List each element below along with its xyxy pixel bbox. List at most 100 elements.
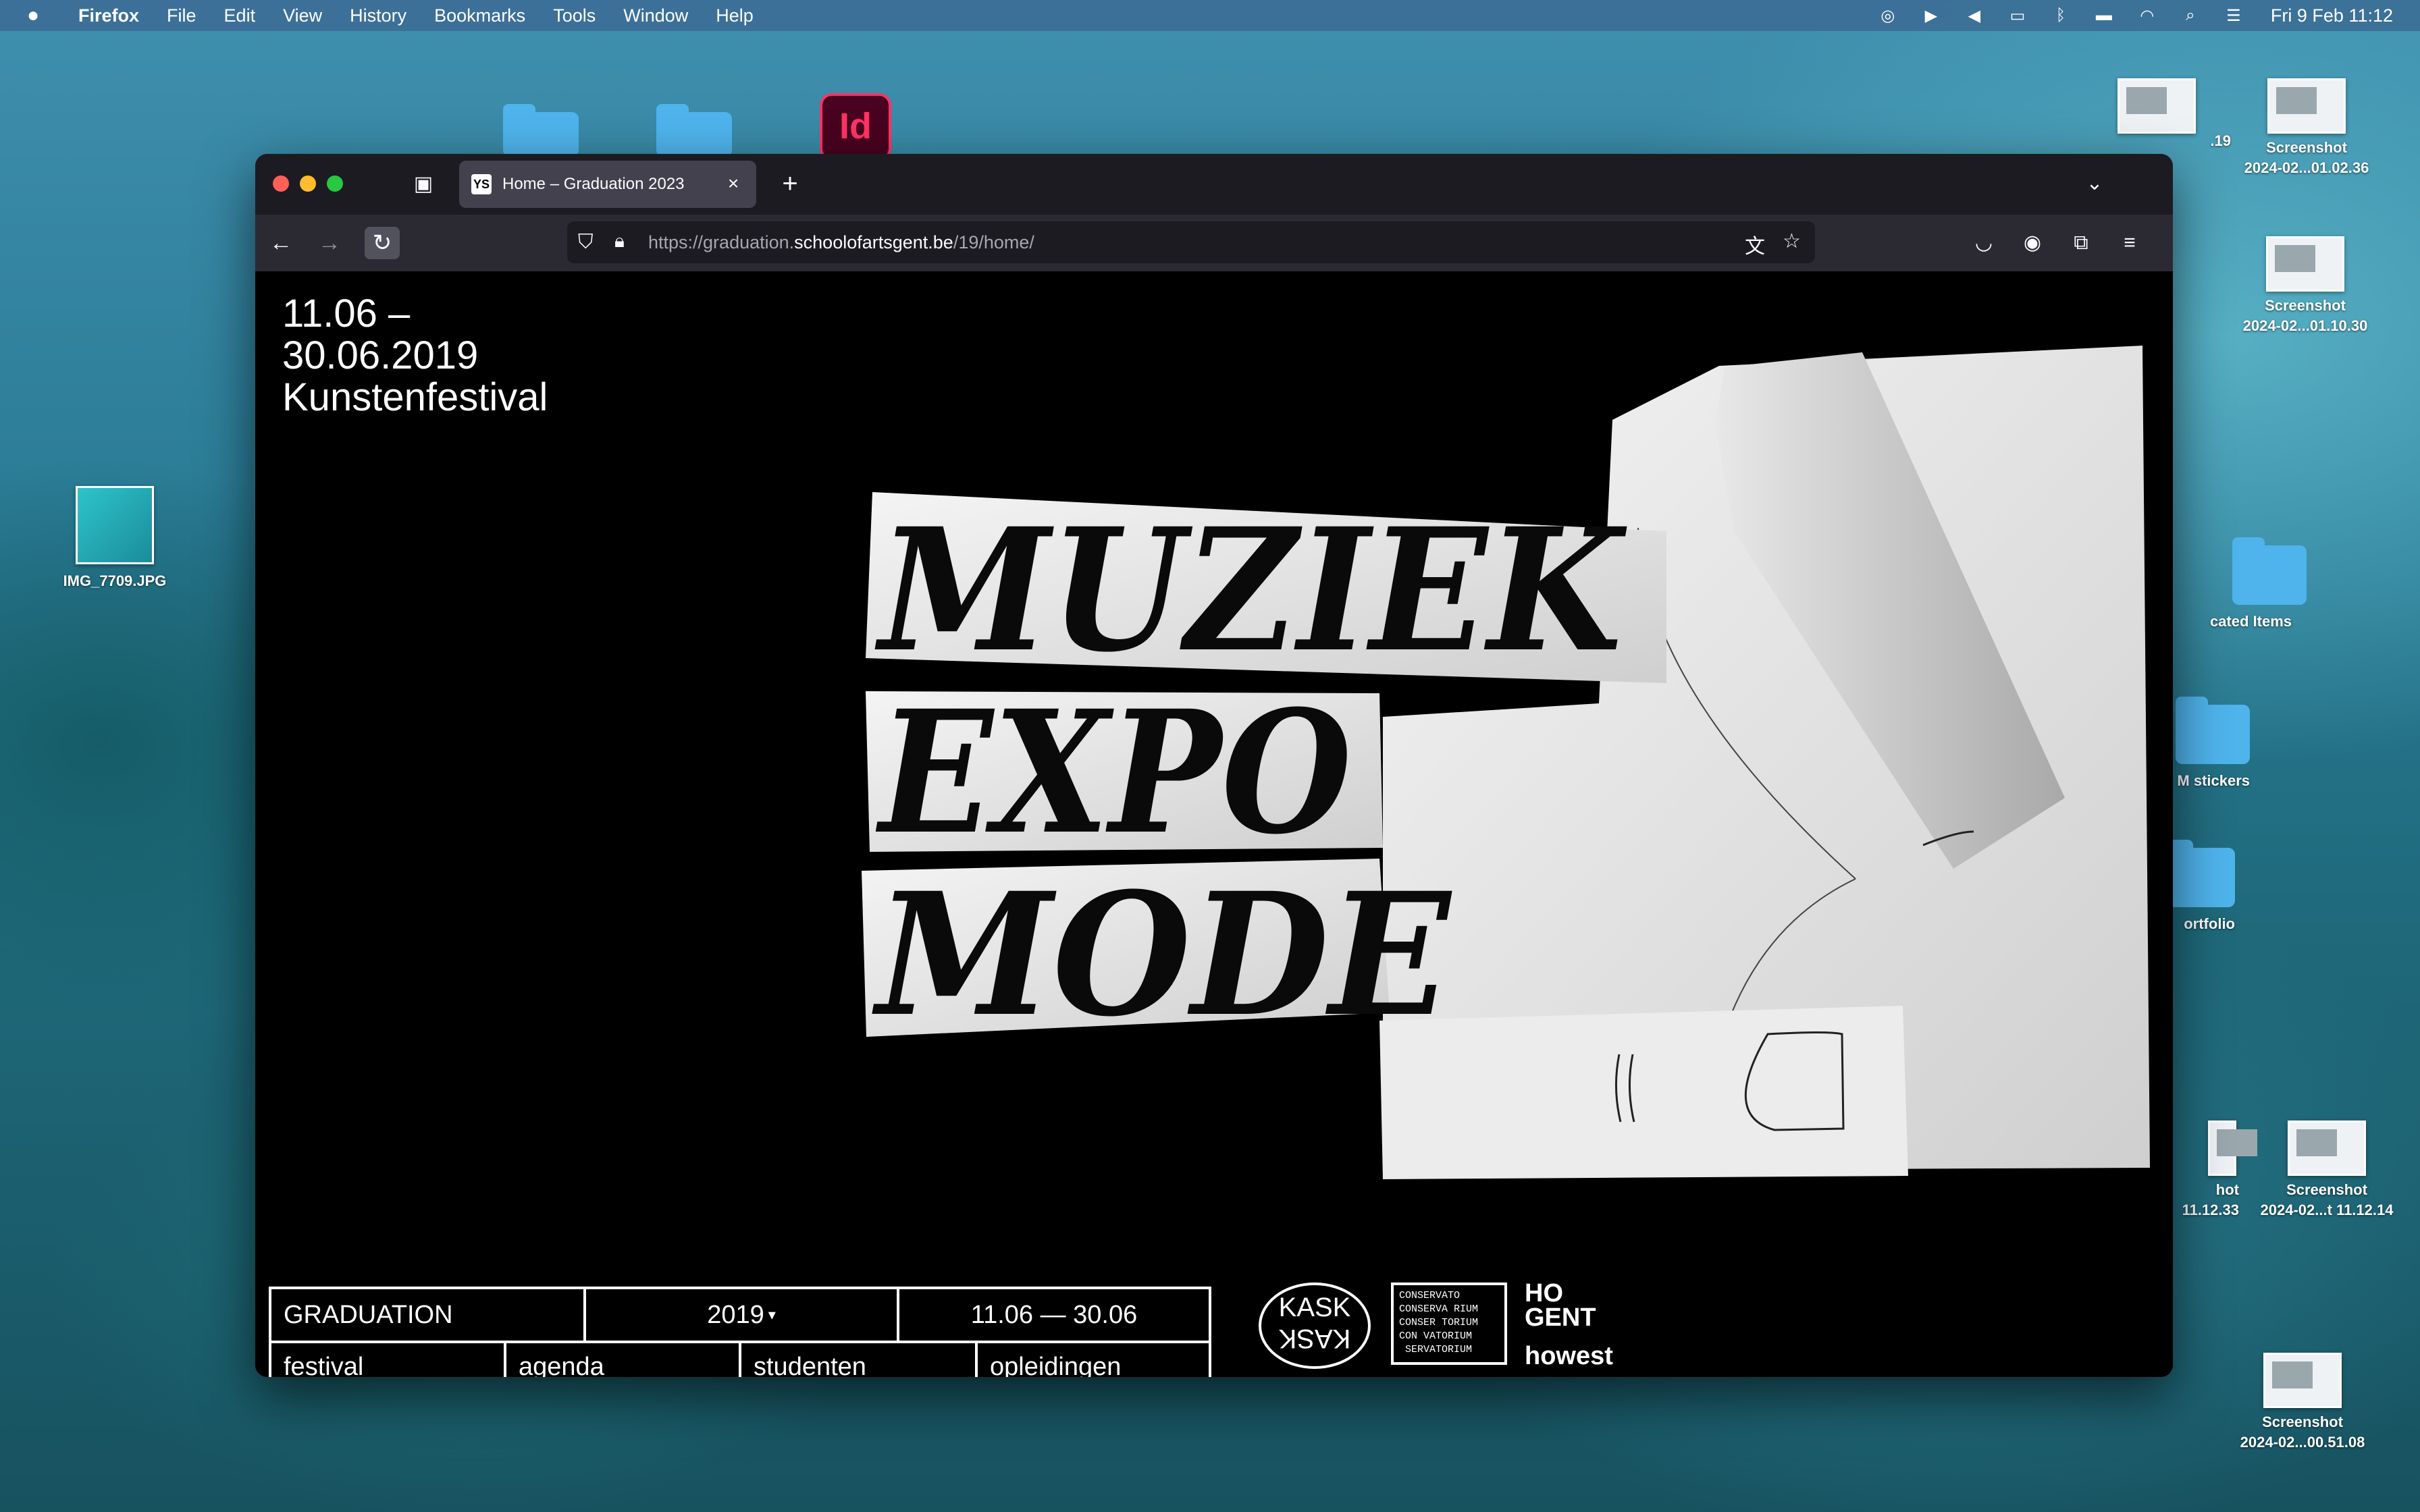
menu-window[interactable]: Window [623,5,688,26]
new-tab-icon[interactable]: + [775,169,805,198]
folder-icon[interactable] [503,104,579,157]
url-prefix: https://graduation. [648,232,795,252]
desktop-screenshot-3[interactable]: Screenshot 2024-02...01.10.30 [2231,236,2379,336]
desktop-folder-1[interactable]: cated Items [2157,537,2307,632]
battery-icon[interactable]: ▬ [2094,6,2114,24]
control-center-icon[interactable]: ☰ [2224,7,2244,25]
apple-menu-icon[interactable]: ● [27,4,47,27]
howest-logo[interactable]: howest [1525,1342,1613,1371]
display-icon[interactable]: ▭ [2007,7,2028,25]
desktop-file-label: 2024-02...t 11.12.14 [2260,1202,2394,1218]
menu-edit[interactable]: Edit [224,5,256,26]
maximize-window-button[interactable] [327,176,343,192]
forward-icon[interactable]: → [312,227,347,259]
back-icon[interactable]: ← [263,227,298,259]
bluetooth-icon[interactable]: ᛒ [2051,6,2071,24]
reload-icon[interactable]: ↻ [365,227,400,259]
kask-text: KASK [1278,1293,1351,1322]
menu-bar: ● Firefox File Edit View History Bookmar… [0,0,2420,31]
tab-home[interactable]: YS Home – Graduation 2023 × [459,161,756,208]
screenshot-thumbnail-icon [2266,236,2344,292]
lock-icon[interactable]: 🔒︎ [614,230,625,252]
desktop-screenshot-2[interactable]: Screenshot 2024-02...01.02.36 [2232,78,2381,178]
url-bar[interactable]: ⛉ 🔒︎ https://graduation.schoolofartsgent… [567,221,1815,263]
desktop-file-label: Screenshot [2265,297,2346,314]
close-tab-icon[interactable]: × [721,171,745,196]
extensions-icon[interactable]: ⧉ [2065,227,2097,259]
creative-cloud-icon[interactable]: ◎ [1878,7,1898,25]
translate-icon[interactable]: 文 [1745,230,1765,259]
desktop-file-label: Screenshot [2262,1413,2343,1430]
tracking-shield-icon[interactable]: ⛉ [578,231,594,254]
kask-logo[interactable]: KASK KASK [1259,1282,1371,1369]
desktop-file-label: 2024-02...01.10.30 [2242,317,2368,334]
desktop-file-label: .19 [2210,132,2231,149]
year-selector[interactable]: 2019 ▾ [586,1289,899,1341]
dropdown-caret-icon: ▾ [768,1306,776,1323]
nav-row-top: GRADUATION 2019 ▾ 11.06 — 30.06 [271,1289,1209,1343]
screenshot-thumbnail-icon [2118,78,2196,134]
indesign-label: Id [839,106,872,146]
url-text[interactable]: https://graduation.schoolofartsgent.be/1… [648,232,1034,253]
firefox-view-icon[interactable]: ▣ [412,173,435,196]
conservatorium-logo[interactable]: CONSERVATO CONSERVA RIUM CONSER TORIUM C… [1391,1282,1507,1365]
artwork-word-mode: MODE [871,855,1452,1054]
screenshot-thumbnail-icon [2208,1120,2257,1176]
pocket-icon[interactable]: ◡ [1968,227,2000,259]
url-domain: schoolofartsgent.be [794,232,953,252]
folder-icon [2232,537,2307,605]
desktop-file-label: IMG_7709.JPG [63,572,167,589]
site-favicon: YS [471,174,492,194]
desktop-screenshot-1[interactable]: .19 [2082,78,2231,151]
desktop-file-label: Screenshot [2266,139,2347,156]
screenshot-thumbnail-icon [2288,1120,2366,1176]
wifi-icon[interactable]: ◠ [2137,7,2157,25]
page-content: 11.06 – 30.06.2019 Kunstenfestival MUZIE… [255,271,2173,1377]
bookmark-star-icon[interactable]: ☆ [1783,230,1801,253]
date-range: 11.06 — 30.06 [970,1300,1138,1329]
folder-icon[interactable] [656,104,732,157]
play-icon[interactable]: ▶ [1921,7,1941,25]
menu-help[interactable]: Help [716,5,754,26]
url-path: /19/home/ [953,232,1034,252]
menu-hamburger-icon[interactable]: ≡ [2113,227,2146,259]
nav-link-opleidingen[interactable]: opleidingen [978,1343,1209,1378]
hogent-line-2: GENT [1525,1303,1596,1332]
nav-link-agenda[interactable]: agenda [506,1343,741,1377]
tab-bar: ▣ YS Home – Graduation 2023 × + ⌄ [255,154,2173,215]
search-icon[interactable]: ⌕ [2180,6,2201,24]
desktop-screenshot-5[interactable]: Screenshot 2024-02...t 11.12.14 [2253,1120,2401,1220]
nav-title: GRADUATION [271,1289,586,1341]
graduation-nav: GRADUATION 2019 ▾ 11.06 — 30.06 festival… [269,1287,1211,1377]
menu-view[interactable]: View [283,5,322,26]
desktop-screenshot-4[interactable]: hot 11.12.33 [2167,1120,2257,1220]
desktop-file-label: cated Items [2209,613,2292,630]
image-thumbnail-icon [76,486,154,564]
indesign-app-icon[interactable]: Id [820,93,891,161]
nav-link-studenten[interactable]: studenten [741,1343,978,1377]
partner-logos: KASK KASK CONSERVATO CONSERVA RIUM CONSE… [1259,1279,1623,1377]
minimize-window-button[interactable] [300,176,316,192]
hero-artwork: MUZIEK EXPO MODE [862,346,2150,1179]
firefox-window: ▣ YS Home – Graduation 2023 × + ⌄ ← → ↻ … [255,154,2173,1377]
list-all-tabs-icon[interactable]: ⌄ [2081,170,2108,197]
desktop-file-label: Screenshot [2286,1181,2367,1198]
hogent-line-1: HO [1525,1279,1563,1307]
close-window-button[interactable] [273,176,289,192]
desktop-file-img[interactable]: IMG_7709.JPG [41,486,189,591]
hogent-logo[interactable]: HO GENT [1525,1279,1596,1332]
kask-text-flipped: KASK [1278,1324,1351,1353]
nav-link-festival[interactable]: festival [271,1343,506,1377]
volume-icon[interactable]: ◀ [1964,7,1984,25]
desktop-file-label: 2024-02...00.51.08 [2240,1434,2365,1451]
desktop-file-label: 2024-02...01.02.36 [2244,159,2369,176]
menu-clock[interactable]: Fri 9 Feb 11:12 [2271,5,2393,26]
desktop-file-label: hot [2215,1181,2239,1198]
menu-history[interactable]: History [350,5,406,26]
menu-file[interactable]: File [167,5,196,26]
menu-tools[interactable]: Tools [553,5,596,26]
account-icon[interactable]: ◉ [2016,227,2049,259]
menu-bookmarks[interactable]: Bookmarks [434,5,525,26]
desktop-screenshot-6[interactable]: Screenshot 2024-02...00.51.08 [2228,1353,2377,1453]
menu-app-name[interactable]: Firefox [78,5,139,26]
